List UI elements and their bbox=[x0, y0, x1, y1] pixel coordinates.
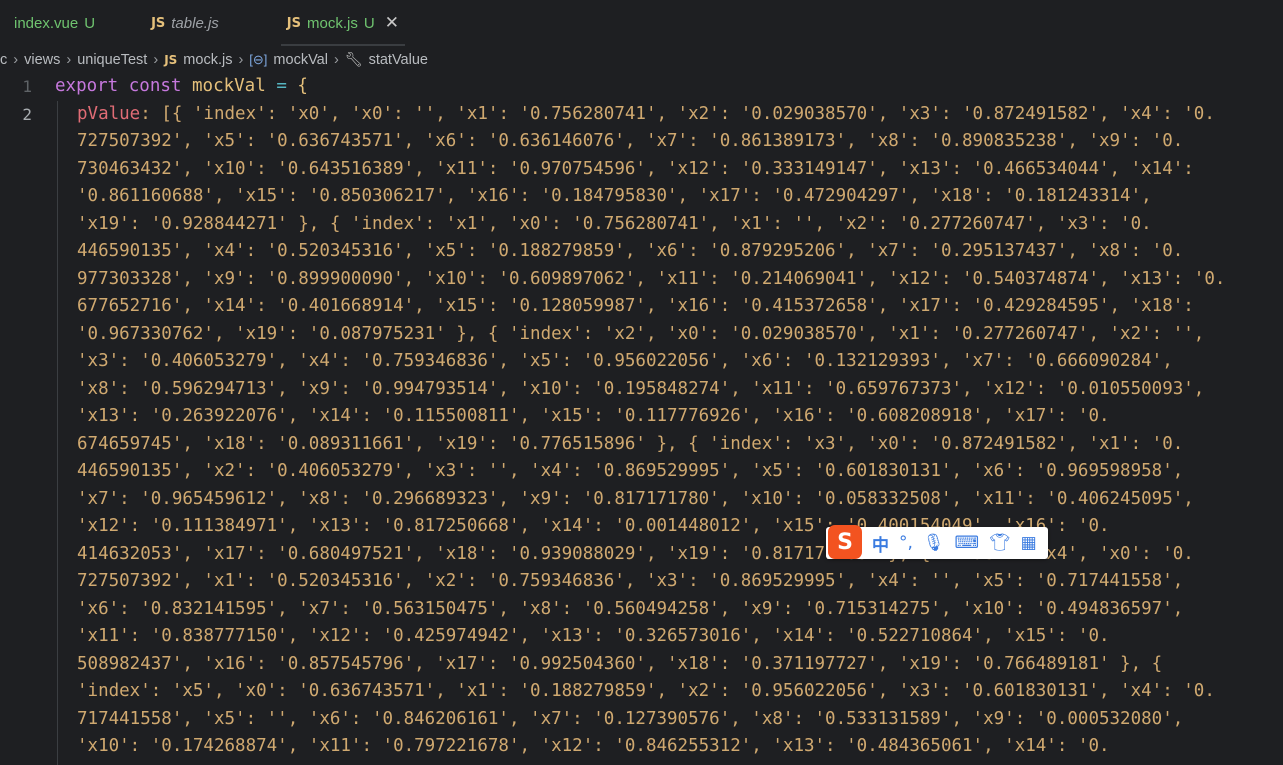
tab-status-badge: U bbox=[363, 14, 375, 32]
code-wrap-line: 727507392', 'x1': '0.520345316', 'x2': '… bbox=[77, 571, 1184, 591]
keyboard-icon[interactable]: ⌨ bbox=[955, 533, 980, 553]
line-number: 2 bbox=[22, 104, 32, 124]
breadcrumb: c › views › uniqueTest › JS mock.js › [⊖… bbox=[0, 46, 1283, 73]
code-wrap-line: 508982437', 'x16': '0.857545796', 'x17':… bbox=[77, 653, 1163, 674]
code-wrap-line: 730463432', 'x10': '0.643516389', 'x11':… bbox=[77, 158, 1194, 179]
code-wrap-line: 'x6': '0.832141595', 'x7': '0.563150475'… bbox=[77, 598, 1184, 619]
breadcrumb-item-views[interactable]: views bbox=[24, 52, 60, 68]
chinese-mode-toggle[interactable]: 中 bbox=[872, 531, 889, 556]
tab-status-badge: U bbox=[84, 14, 96, 32]
code-wrap-line: 'x8': '0.596294713', 'x9': '0.994793514'… bbox=[77, 378, 1205, 399]
tab-bar: index.vue U JS table.js JS mock.js U ✕ bbox=[0, 0, 1283, 46]
tab-index-vue[interactable]: index.vue U bbox=[0, 0, 109, 46]
chevron-right-icon: › bbox=[238, 51, 244, 68]
code-wrap-line: pValue: [{ 'index': 'x0', 'x0': '', 'x1'… bbox=[77, 101, 1277, 129]
tab-label: table.js bbox=[171, 14, 219, 32]
property-pvalue: pValue bbox=[77, 103, 141, 124]
breadcrumb-item-uniquetest[interactable]: uniqueTest bbox=[77, 52, 147, 68]
toolbox-icon[interactable]: ▦ bbox=[1021, 533, 1037, 553]
code-wrap-line: 'x7': '0.965459612', 'x8': '0.296689323'… bbox=[77, 488, 1194, 509]
code-wrap-line: 674659745', 'x18': '0.089311661', 'x19':… bbox=[77, 433, 1184, 454]
line-number-gutter: 1 2 bbox=[0, 73, 40, 128]
open-brace: { bbox=[297, 76, 308, 96]
breadcrumb-item-mockjs[interactable]: mock.js bbox=[183, 52, 232, 68]
chevron-right-icon: › bbox=[333, 51, 339, 68]
line-number: 1 bbox=[22, 77, 32, 96]
code-line-2-wrapped: pValue: [{ 'index': 'x0', 'x0': '', 'x1'… bbox=[77, 101, 1277, 761]
js-file-icon: JS bbox=[286, 15, 301, 31]
ime-toolbar[interactable]: S 中 °, 🎙︎ ⌨ 👕︎ ▦ bbox=[826, 525, 1048, 559]
punctuation-toggle[interactable]: °, bbox=[899, 533, 913, 553]
code-wrap-line: 'x11': '0.838777150', 'x12': '0.42597494… bbox=[77, 626, 1110, 646]
close-icon[interactable]: ✕ bbox=[385, 13, 399, 33]
code-wrap-line: 'x3': '0.406053279', 'x4': '0.759346836'… bbox=[77, 351, 1173, 371]
code-wrap-line: 'index': 'x5', 'x0': '0.636743571', 'x1'… bbox=[77, 681, 1215, 701]
js-file-icon: JS bbox=[151, 15, 166, 31]
operator-assign: = bbox=[276, 76, 287, 96]
code-line-1: export const mockVal = { bbox=[55, 73, 1283, 101]
code-wrap-line: '0.861160688', 'x15': '0.850306217', 'x1… bbox=[77, 186, 1152, 206]
code-wrap-line: 717441558', 'x5': '', 'x6': '0.846206161… bbox=[77, 708, 1184, 729]
code-wrap-line: 677652716', 'x14': '0.401668914', 'x15':… bbox=[77, 296, 1194, 316]
sogou-logo-icon[interactable]: S bbox=[828, 525, 862, 559]
code-wrap-line: 977303328', 'x9': '0.899900090', 'x10': … bbox=[77, 268, 1226, 289]
keyword-export: export bbox=[55, 76, 119, 96]
code-editor[interactable]: 1 2 export const mockVal = { pValue: [{ … bbox=[0, 73, 1283, 765]
code-wrap-line: 446590135', 'x4': '0.520345316', 'x5': '… bbox=[77, 241, 1184, 261]
chevron-right-icon: › bbox=[13, 51, 19, 68]
code-wrap-line: 727507392', 'x5': '0.636743571', 'x6': '… bbox=[77, 131, 1184, 151]
chevron-right-icon: › bbox=[153, 51, 159, 68]
js-file-icon: JS bbox=[164, 52, 178, 67]
tab-label: index.vue bbox=[14, 14, 79, 32]
skin-icon[interactable]: 👕︎ bbox=[989, 533, 1011, 553]
breadcrumb-item-root[interactable]: c bbox=[0, 52, 7, 68]
code-wrap-line: 'x19': '0.928844271' }, { 'index': 'x1',… bbox=[77, 213, 1152, 234]
code-wrap-line: 446590135', 'x2': '0.406053279', 'x3': '… bbox=[77, 461, 1184, 481]
identifier-mockval: mockVal bbox=[192, 76, 266, 96]
code-text: : [{ 'index': 'x0', 'x0': '', 'x1': '0.7… bbox=[140, 103, 1215, 124]
breadcrumb-item-mockval[interactable]: mockVal bbox=[273, 52, 328, 68]
code-wrap-line: 414632053', 'x17': '0.680497521', 'x18':… bbox=[77, 543, 1194, 564]
keyword-const: const bbox=[128, 76, 182, 96]
code-area[interactable]: export const mockVal = { pValue: [{ 'ind… bbox=[55, 73, 1283, 756]
wrench-icon: 🔧︎ bbox=[344, 51, 363, 67]
tab-label: mock.js bbox=[307, 14, 358, 32]
code-wrap-line: 'x12': '0.111384971', 'x13': '0.81725066… bbox=[77, 516, 1110, 536]
tab-mock-js[interactable]: JS mock.js U ✕ bbox=[273, 0, 413, 46]
mic-icon[interactable]: 🎙︎ bbox=[923, 533, 945, 553]
code-wrap-line: '0.967330762', 'x19': '0.087975231' }, {… bbox=[77, 323, 1205, 344]
code-wrap-line: 'x13': '0.263922076', 'x14': '0.11550081… bbox=[77, 406, 1110, 426]
variable-symbol-icon: [⊖] bbox=[249, 51, 268, 67]
tab-table-js[interactable]: JS table.js bbox=[137, 0, 233, 46]
code-wrap-line: 'x10': '0.174268874', 'x11': '0.79722167… bbox=[77, 736, 1110, 756]
breadcrumb-item-statvalue[interactable]: statValue bbox=[369, 52, 428, 68]
chevron-right-icon: › bbox=[66, 51, 72, 68]
indent-guide bbox=[57, 101, 58, 765]
